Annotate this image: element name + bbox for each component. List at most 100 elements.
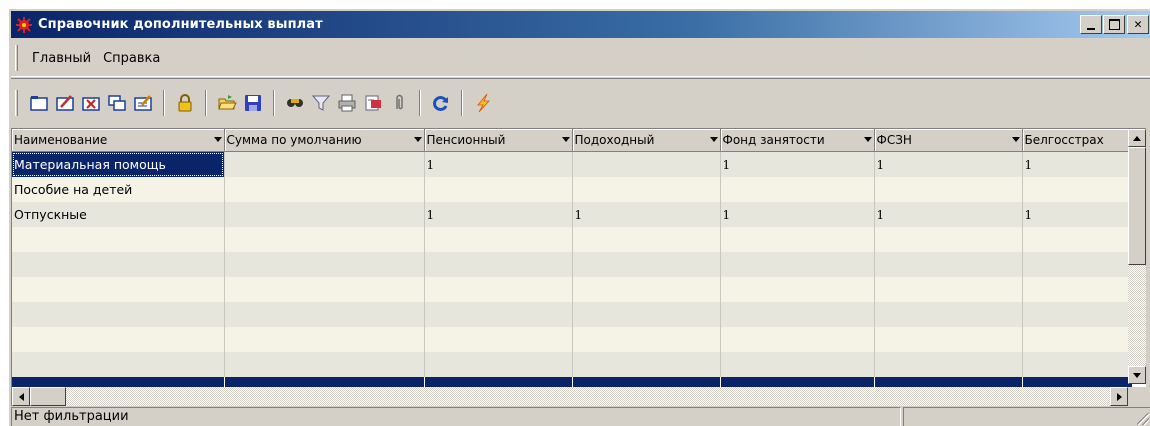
table-cell[interactable] [572, 352, 721, 377]
table-cell[interactable] [874, 177, 1023, 202]
table-cell[interactable]: 1 [1022, 151, 1133, 177]
table-cell[interactable] [874, 277, 1023, 302]
table-cell[interactable] [424, 277, 573, 302]
toolbar-grip[interactable] [15, 89, 18, 116]
title-bar[interactable]: Справочник дополнительных выплат ✕ [11, 11, 1150, 38]
column-header-employment-fund[interactable]: Фонд занятости [720, 129, 875, 152]
table-cell[interactable] [224, 227, 425, 252]
table-cell[interactable] [572, 177, 721, 202]
table-cell[interactable] [1022, 252, 1133, 277]
open-button[interactable] [215, 91, 239, 115]
export-button[interactable] [361, 91, 385, 115]
filter-button[interactable] [309, 91, 333, 115]
sort-arrow-icon[interactable] [213, 137, 222, 142]
table-cell[interactable] [224, 151, 425, 177]
delete-button[interactable] [79, 91, 103, 115]
table-cell[interactable] [424, 327, 573, 352]
table-cell[interactable] [874, 352, 1023, 377]
close-button[interactable]: ✕ [1127, 15, 1149, 34]
sort-arrow-icon[interactable] [413, 137, 422, 142]
table-cell[interactable] [874, 227, 1023, 252]
sort-arrow-icon[interactable] [561, 137, 570, 142]
table-cell[interactable] [1022, 352, 1133, 377]
print-button[interactable] [335, 91, 359, 115]
table-cell[interactable] [572, 252, 721, 277]
table-row[interactable]: Материальная помощь 1 1 1 1 [12, 151, 1133, 177]
table-cell[interactable] [12, 227, 225, 252]
table-row[interactable] [12, 352, 1133, 377]
table-cell[interactable] [720, 327, 875, 352]
table-cell[interactable]: 1 [720, 202, 875, 227]
table-cell[interactable]: 1 [874, 151, 1023, 177]
table-cell[interactable] [224, 252, 425, 277]
table-cell[interactable]: 1 [874, 202, 1023, 227]
table-cell[interactable] [720, 252, 875, 277]
horizontal-scrollbar[interactable] [12, 387, 1128, 406]
table-cell[interactable] [424, 302, 573, 327]
table-cell[interactable] [572, 277, 721, 302]
table-cell[interactable]: 1 [424, 151, 573, 177]
table-row[interactable] [12, 327, 1133, 352]
table-cell[interactable] [720, 302, 875, 327]
sort-arrow-icon[interactable] [863, 137, 872, 142]
sort-arrow-icon[interactable] [709, 137, 718, 142]
table-cell[interactable] [424, 177, 573, 202]
table-cell[interactable] [424, 252, 573, 277]
table-cell[interactable] [224, 327, 425, 352]
menu-item-main[interactable]: Главный [26, 51, 97, 66]
table-cell[interactable] [12, 327, 225, 352]
data-grid[interactable]: Наименование Сумма по умолчанию Пенсионн… [11, 128, 1146, 406]
table-cell[interactable]: 1 [720, 151, 875, 177]
column-header-default-sum[interactable]: Сумма по умолчанию [224, 129, 425, 152]
column-header-fszn[interactable]: ФСЗН [874, 129, 1023, 152]
maximize-button[interactable] [1103, 15, 1125, 34]
table-cell[interactable] [424, 352, 573, 377]
new-button[interactable] [27, 91, 51, 115]
edit-button[interactable] [53, 91, 77, 115]
column-header-pension[interactable]: Пенсионный [424, 129, 573, 152]
table-cell[interactable] [224, 277, 425, 302]
table-cell[interactable] [224, 177, 425, 202]
table-cell[interactable] [572, 302, 721, 327]
table-cell[interactable] [224, 202, 425, 227]
run-button[interactable] [471, 91, 495, 115]
table-cell[interactable] [720, 177, 875, 202]
table-cell[interactable] [874, 252, 1023, 277]
table-cell[interactable]: 1 [572, 202, 721, 227]
table-row[interactable] [12, 252, 1133, 277]
table-cell[interactable]: 1 [1022, 202, 1133, 227]
table-row[interactable] [12, 227, 1133, 252]
scroll-right-button[interactable] [1110, 387, 1128, 406]
table-cell[interactable]: Пособие на детей [12, 177, 225, 202]
table-cell[interactable] [12, 302, 225, 327]
find-button[interactable] [283, 91, 307, 115]
table-cell[interactable] [424, 227, 573, 252]
menu-grip[interactable] [15, 45, 18, 71]
table-cell[interactable] [12, 277, 225, 302]
minimize-button[interactable] [1080, 15, 1102, 34]
table-cell[interactable] [224, 352, 425, 377]
table-cell[interactable] [720, 227, 875, 252]
menu-item-help[interactable]: Справка [97, 51, 166, 66]
column-header-belgosstrakh[interactable]: Белгосстрах [1022, 129, 1133, 152]
vertical-scroll-thumb[interactable] [1128, 147, 1146, 265]
table-cell[interactable] [1022, 327, 1133, 352]
edit-list-button[interactable] [131, 91, 155, 115]
lock-button[interactable] [173, 91, 197, 115]
table-cell[interactable] [572, 227, 721, 252]
table-cell[interactable] [1022, 302, 1133, 327]
table-cell[interactable] [874, 327, 1023, 352]
table-row[interactable]: Пособие на детей [12, 177, 1133, 202]
table-cell[interactable] [572, 151, 721, 177]
column-header-name[interactable]: Наименование [12, 129, 225, 152]
table-cell[interactable] [1022, 177, 1133, 202]
copy-button[interactable] [105, 91, 129, 115]
table-cell[interactable] [874, 302, 1023, 327]
table-cell[interactable] [12, 252, 225, 277]
resize-grip-icon[interactable] [1137, 413, 1149, 425]
vertical-scrollbar[interactable] [1128, 129, 1146, 384]
table-cell[interactable] [720, 277, 875, 302]
scroll-left-button[interactable] [12, 387, 30, 406]
column-header-income-tax[interactable]: Подоходный [572, 129, 721, 152]
table-cell[interactable] [1022, 277, 1133, 302]
